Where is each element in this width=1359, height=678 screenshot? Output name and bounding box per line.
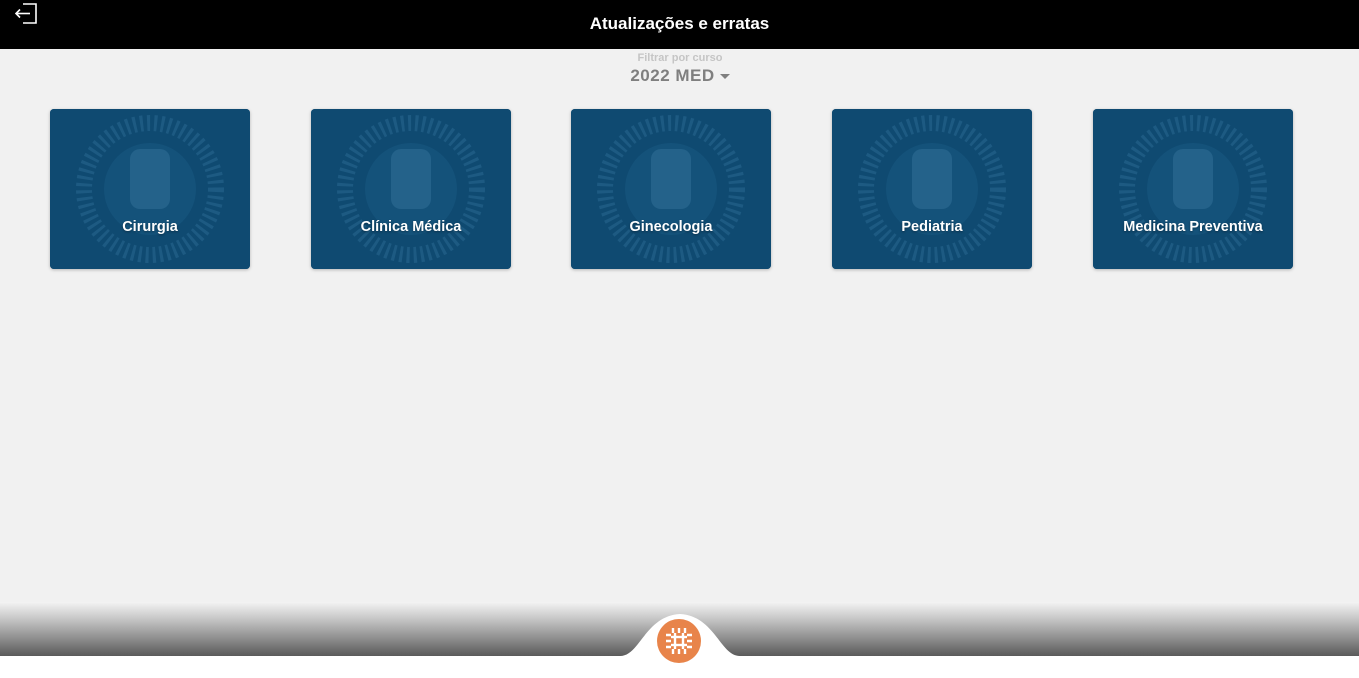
caret-down-icon: [719, 74, 730, 79]
card-label: Ginecologia: [629, 219, 713, 235]
page-title: Atualizações e erratas: [589, 14, 770, 33]
card-background: [50, 109, 250, 269]
card-background: [311, 109, 511, 269]
medical-cross-logo-icon[interactable]: [656, 618, 702, 664]
course-select-value: 2022 MED: [630, 66, 715, 85]
card-label: Clínica Médica: [360, 219, 462, 235]
top-bar: Atualizações e erratas: [0, 0, 1359, 49]
card-pediatria[interactable]: Pediatria: [832, 109, 1032, 269]
card-label: Medicina Preventiva: [1123, 219, 1263, 235]
card-cirurgia[interactable]: Cirurgia: [50, 109, 250, 269]
card-background: [571, 109, 771, 269]
card-background: [1093, 109, 1293, 269]
card-background: [832, 109, 1032, 269]
card-clinica-medica[interactable]: Clínica Médica: [311, 109, 511, 269]
course-filter: Filtrar por curso 2022 MED: [580, 50, 780, 86]
card-ginecologia[interactable]: Ginecologia: [571, 109, 771, 269]
filter-label: Filtrar por curso: [637, 52, 723, 64]
card-label: Pediatria: [901, 219, 963, 235]
course-select[interactable]: 2022 MED: [630, 66, 730, 86]
card-label: Cirurgia: [122, 219, 178, 235]
card-medicina-preventiva[interactable]: Medicina Preventiva: [1093, 109, 1293, 269]
